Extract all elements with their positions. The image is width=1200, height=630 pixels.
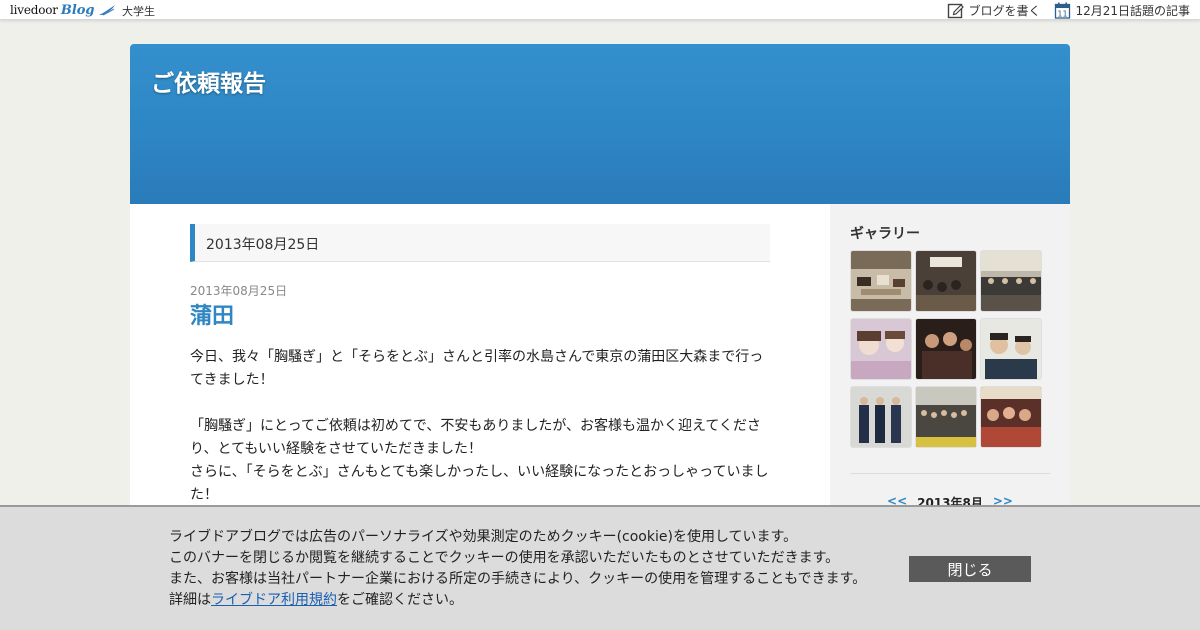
photo-thumbnail	[851, 251, 911, 311]
article-paragraph: 「胸騒ぎ」にとってご依頼は初めてで、不安もありましたが、お客様も温かく迎えてくだ…	[190, 418, 761, 457]
gallery-thumbnail[interactable]	[851, 251, 911, 311]
terms-of-use-link[interactable]: ライブドア利用規約	[211, 592, 337, 608]
gallery-title: ギャラリー	[850, 226, 920, 242]
cookie-detail-prefix: 詳細は	[169, 592, 211, 608]
sidebar-divider	[850, 473, 1050, 474]
date-header: 2013年08月25日	[190, 224, 770, 262]
livedoor-blog-logo[interactable]: livedoor Blog	[10, 2, 116, 18]
cookie-banner: ライブドアブログでは広告のパーソナライズや効果測定のためクッキー(cookie)…	[0, 505, 1200, 630]
gallery-thumbnail[interactable]	[916, 251, 976, 311]
topic-articles-link[interactable]: 11 12月21日話題の記事	[1054, 2, 1190, 19]
pencil-note-icon	[948, 3, 965, 18]
article-paragraph: さらに、「そらをとぶ」さんもとても楽しかったし、いい経験になったとおっしゃってい…	[190, 464, 769, 503]
gallery-thumbnail[interactable]	[851, 319, 911, 379]
article-body: 今日、我々「胸騒ぎ」と「そらをとぶ」さんと引率の水島さんで東京の蒲田区大森まで行…	[190, 346, 770, 507]
cookie-line: また、お客様は当社パートナー企業における所定の手続きにより、クッキーの使用を管理…	[169, 571, 867, 587]
global-topbar: livedoor Blog 大学生 ブログを書く 11 12月21日話題の記事	[0, 0, 1200, 20]
write-blog-link[interactable]: ブログを書く	[947, 2, 1040, 19]
photo-thumbnail	[916, 319, 976, 379]
calendar-day-text: 11	[1058, 9, 1068, 18]
gallery-thumbnail[interactable]	[981, 319, 1041, 379]
cookie-detail-suffix: をご確認ください。	[337, 592, 463, 608]
gallery-thumbnail[interactable]	[981, 251, 1041, 311]
gallery-thumbnail[interactable]	[916, 319, 976, 379]
calendar-icon: 11	[1055, 2, 1071, 19]
cookie-line: 詳細はライブドア利用規約をご確認ください。	[169, 590, 866, 611]
article-paragraph: 今日、我々「胸騒ぎ」と「そらをとぶ」さんと引率の水島さんで東京の蒲田区大森まで行…	[190, 349, 764, 388]
blog-title[interactable]: ご依頼報告	[151, 64, 266, 98]
photo-thumbnail	[916, 251, 976, 311]
logo-blog-text: Blog	[60, 2, 95, 18]
topbar-actions: ブログを書く 11 12月21日話題の記事	[947, 1, 1190, 19]
write-blog-label: ブログを書く	[968, 3, 1041, 18]
gallery-grid	[851, 251, 1045, 447]
photo-thumbnail	[916, 387, 976, 447]
category-link[interactable]: 大学生	[122, 3, 155, 19]
photo-thumbnail	[851, 319, 911, 379]
photo-thumbnail	[851, 387, 911, 447]
article-date: 2013年08月25日	[190, 284, 288, 298]
gallery-thumbnail[interactable]	[851, 387, 911, 447]
gallery-thumbnail[interactable]	[981, 387, 1041, 447]
cookie-notice-text: ライブドアブログでは広告のパーソナライズや効果測定のためクッキー(cookie)…	[169, 527, 866, 611]
photo-thumbnail	[981, 387, 1041, 447]
cookie-line: ライブドアブログでは広告のパーソナライズや効果測定のためクッキー(cookie)…	[169, 529, 798, 545]
photo-thumbnail	[981, 319, 1041, 379]
article-title[interactable]: 蒲田	[190, 298, 234, 330]
close-banner-button[interactable]: 閉じる	[909, 556, 1031, 582]
wing-icon	[98, 5, 115, 16]
gallery-thumbnail[interactable]	[916, 387, 976, 447]
logo-livedoor-text: livedoor	[10, 3, 58, 17]
cookie-line: このバナーを閉じるか閲覧を継続することでクッキーの使用を承認いただいたものとさせ…	[169, 550, 840, 566]
blog-header: ご依頼報告	[130, 44, 1070, 204]
photo-thumbnail	[981, 251, 1041, 311]
topic-articles-label: 12月21日話題の記事	[1075, 3, 1190, 18]
